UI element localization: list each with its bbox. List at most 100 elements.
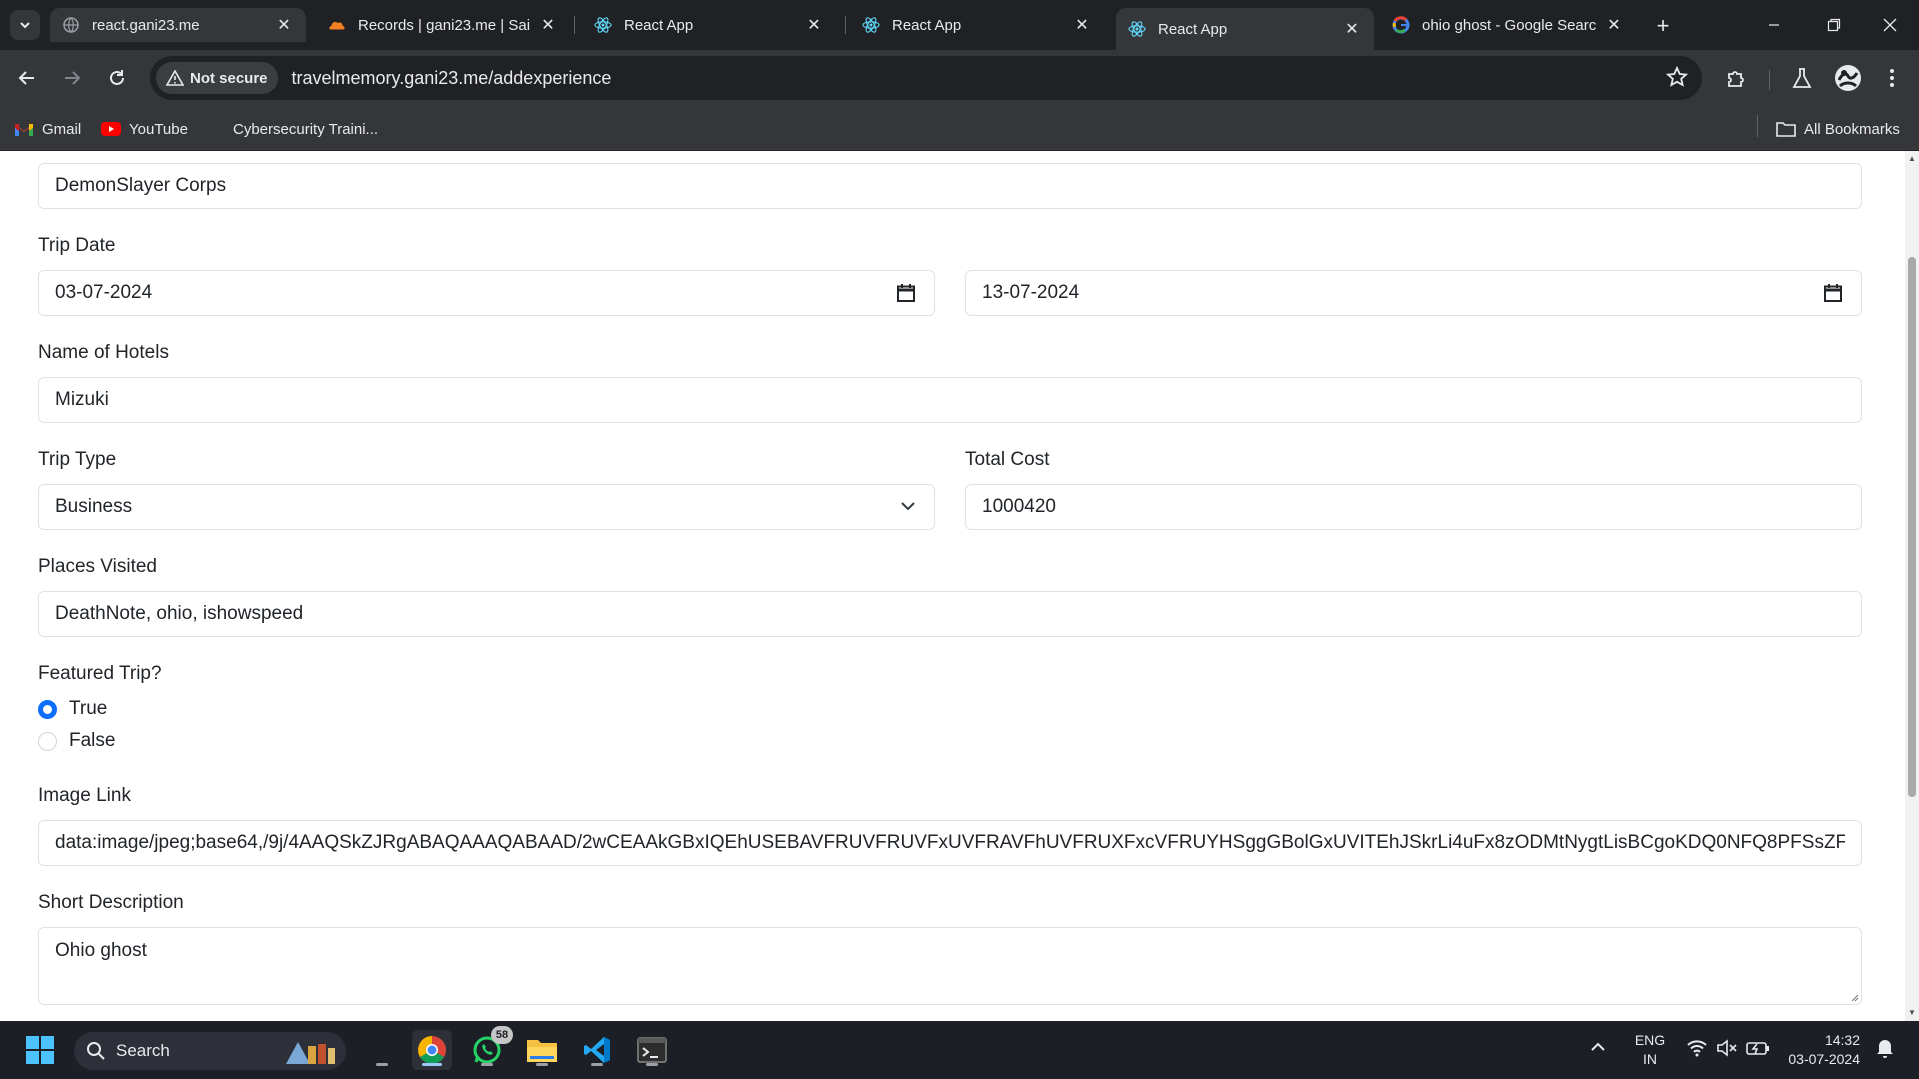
radio-unchecked-icon[interactable] [38,731,57,751]
url-text[interactable]: travelmemory.gani23.me/addexperience [292,68,612,89]
labs-button[interactable] [1786,62,1818,94]
image-link-input[interactable]: data:image/jpeg;base64,/9j/4AAQSkZJRgABA… [38,820,1862,866]
network-status[interactable] [1686,1039,1708,1060]
search-icon [87,1042,105,1060]
new-tab-button[interactable]: + [1649,12,1677,40]
close-icon[interactable]: ✕ [274,15,294,35]
tab-search-menu-button[interactable] [10,10,40,40]
hotels-input[interactable]: Mizuki [38,377,1862,423]
back-button[interactable] [10,61,44,95]
scroll-down-icon[interactable]: ▼ [1908,1009,1916,1017]
tab-title: Records | gani23.me | Saig [358,16,530,34]
vscode-icon [584,1037,610,1063]
site-info-button[interactable]: Not secure [156,62,278,94]
close-icon[interactable]: ✕ [1342,19,1362,39]
chrome-beta-icon [418,1036,446,1064]
youtube-icon [101,122,121,136]
windows-logo-icon [26,1036,54,1064]
taskbar-chrome-beta[interactable] [412,1030,452,1070]
all-bookmarks-label: All Bookmarks [1804,120,1900,138]
trip-date-label: Trip Date [38,235,116,256]
taskbar-whatsapp[interactable]: 58 [467,1026,513,1070]
close-icon[interactable]: ✕ [804,15,824,35]
close-icon[interactable]: ✕ [538,15,558,35]
notifications-button[interactable] [1875,1037,1895,1062]
tab-separator [845,16,846,34]
taskbar-app-blank[interactable] [362,1030,402,1070]
tab-3[interactable]: React App ✕ [582,8,836,42]
taskbar-terminal[interactable] [632,1030,672,1070]
start-button[interactable] [20,1030,60,1070]
minimize-button[interactable] [1751,8,1797,42]
battery-charging-icon [1746,1042,1769,1055]
close-window-button[interactable] [1867,8,1913,42]
resize-grip-icon[interactable] [1849,992,1859,1002]
total-cost-input[interactable]: 1000420 [965,484,1862,530]
places-visited-input[interactable]: DeathNote, ohio, ishowspeed [38,591,1862,637]
start-date-input[interactable]: 03-07-2024 [38,270,935,316]
react-icon [1128,20,1146,38]
extensions-button[interactable] [1720,62,1752,94]
windows-taskbar: Search 58 ENG IN 14:32 03-07-2024 [0,1021,1919,1079]
hotels-label: Name of Hotels [38,342,169,363]
chevron-down-icon [900,500,916,512]
bookmark-cybersecurity[interactable]: Cybersecurity Traini... [233,118,378,140]
reload-button[interactable] [100,61,134,95]
featured-false-radio[interactable]: False [38,730,115,752]
show-hidden-icons-button[interactable] [1590,1039,1606,1055]
region-code: IN [1643,1051,1657,1067]
bookmark-gmail[interactable]: Gmail [14,118,81,140]
all-bookmarks-button[interactable]: All Bookmarks [1776,118,1900,140]
restore-button[interactable] [1811,8,1857,42]
page-scrollbar[interactable]: ▲ ▼ [1905,151,1919,1021]
tab-2[interactable]: Records | gani23.me | Saig ✕ [316,8,570,42]
wifi-icon [1687,1040,1707,1057]
tab-title: react.gani23.me [92,16,200,34]
warning-triangle-icon [166,70,184,86]
address-bar[interactable]: Not secure travelmemory.gani23.me/addexp… [150,56,1702,100]
app-indicator [536,1063,548,1066]
scrollbar-thumb[interactable] [1908,257,1916,797]
language-indicator[interactable]: ENG IN [1630,1031,1670,1069]
taskbar-file-explorer[interactable] [522,1030,562,1070]
browser-menu-button[interactable] [1876,62,1908,94]
trip-type-select[interactable]: Business [38,484,935,530]
clock[interactable]: 14:32 03-07-2024 [1780,1031,1860,1069]
scroll-up-icon[interactable]: ▲ [1908,155,1916,163]
plus-icon: + [1656,13,1670,38]
calendar-icon[interactable] [1823,283,1843,303]
taskbar-vscode[interactable] [577,1030,617,1070]
bookmark-youtube[interactable]: YouTube [101,118,188,140]
tab-6[interactable]: ohio ghost - Google Searc ✕ [1380,8,1636,42]
bookmark-star-icon[interactable] [1665,65,1689,93]
close-icon[interactable]: ✕ [1604,15,1624,35]
battery-status[interactable] [1746,1039,1770,1060]
search-highlight-icon [286,1042,335,1064]
short-description-value: Ohio ghost [55,940,147,961]
minimize-icon [1769,24,1779,26]
notification-badge: 58 [491,1026,513,1044]
trip-name-input[interactable]: DemonSlayer Corps [38,163,1862,209]
tab-1[interactable]: react.gani23.me ✕ [50,8,306,42]
app-indicator [646,1063,658,1066]
forward-button[interactable] [55,61,89,95]
react-icon [594,16,612,34]
tab-4[interactable]: React App ✕ [850,8,1104,42]
volume-status[interactable] [1716,1039,1738,1060]
chevron-down-icon [20,22,30,29]
total-cost-value: 1000420 [982,496,1056,517]
short-description-textarea[interactable]: Ohio ghost [38,927,1862,1005]
app-indicator [422,1063,442,1066]
featured-true-radio[interactable]: True [38,698,107,720]
bell-icon [1877,1040,1893,1058]
radio-checked-icon[interactable] [38,699,57,719]
calendar-icon[interactable] [896,283,916,303]
taskbar-search[interactable]: Search [74,1032,346,1070]
tab-5-active[interactable]: React App ✕ [1116,8,1374,50]
app-indicator [591,1063,603,1066]
profile-avatar[interactable] [1832,62,1864,94]
app-indicator [376,1063,388,1066]
total-cost-label: Total Cost [965,449,1050,470]
close-icon[interactable]: ✕ [1072,15,1092,35]
end-date-input[interactable]: 13-07-2024 [965,270,1862,316]
